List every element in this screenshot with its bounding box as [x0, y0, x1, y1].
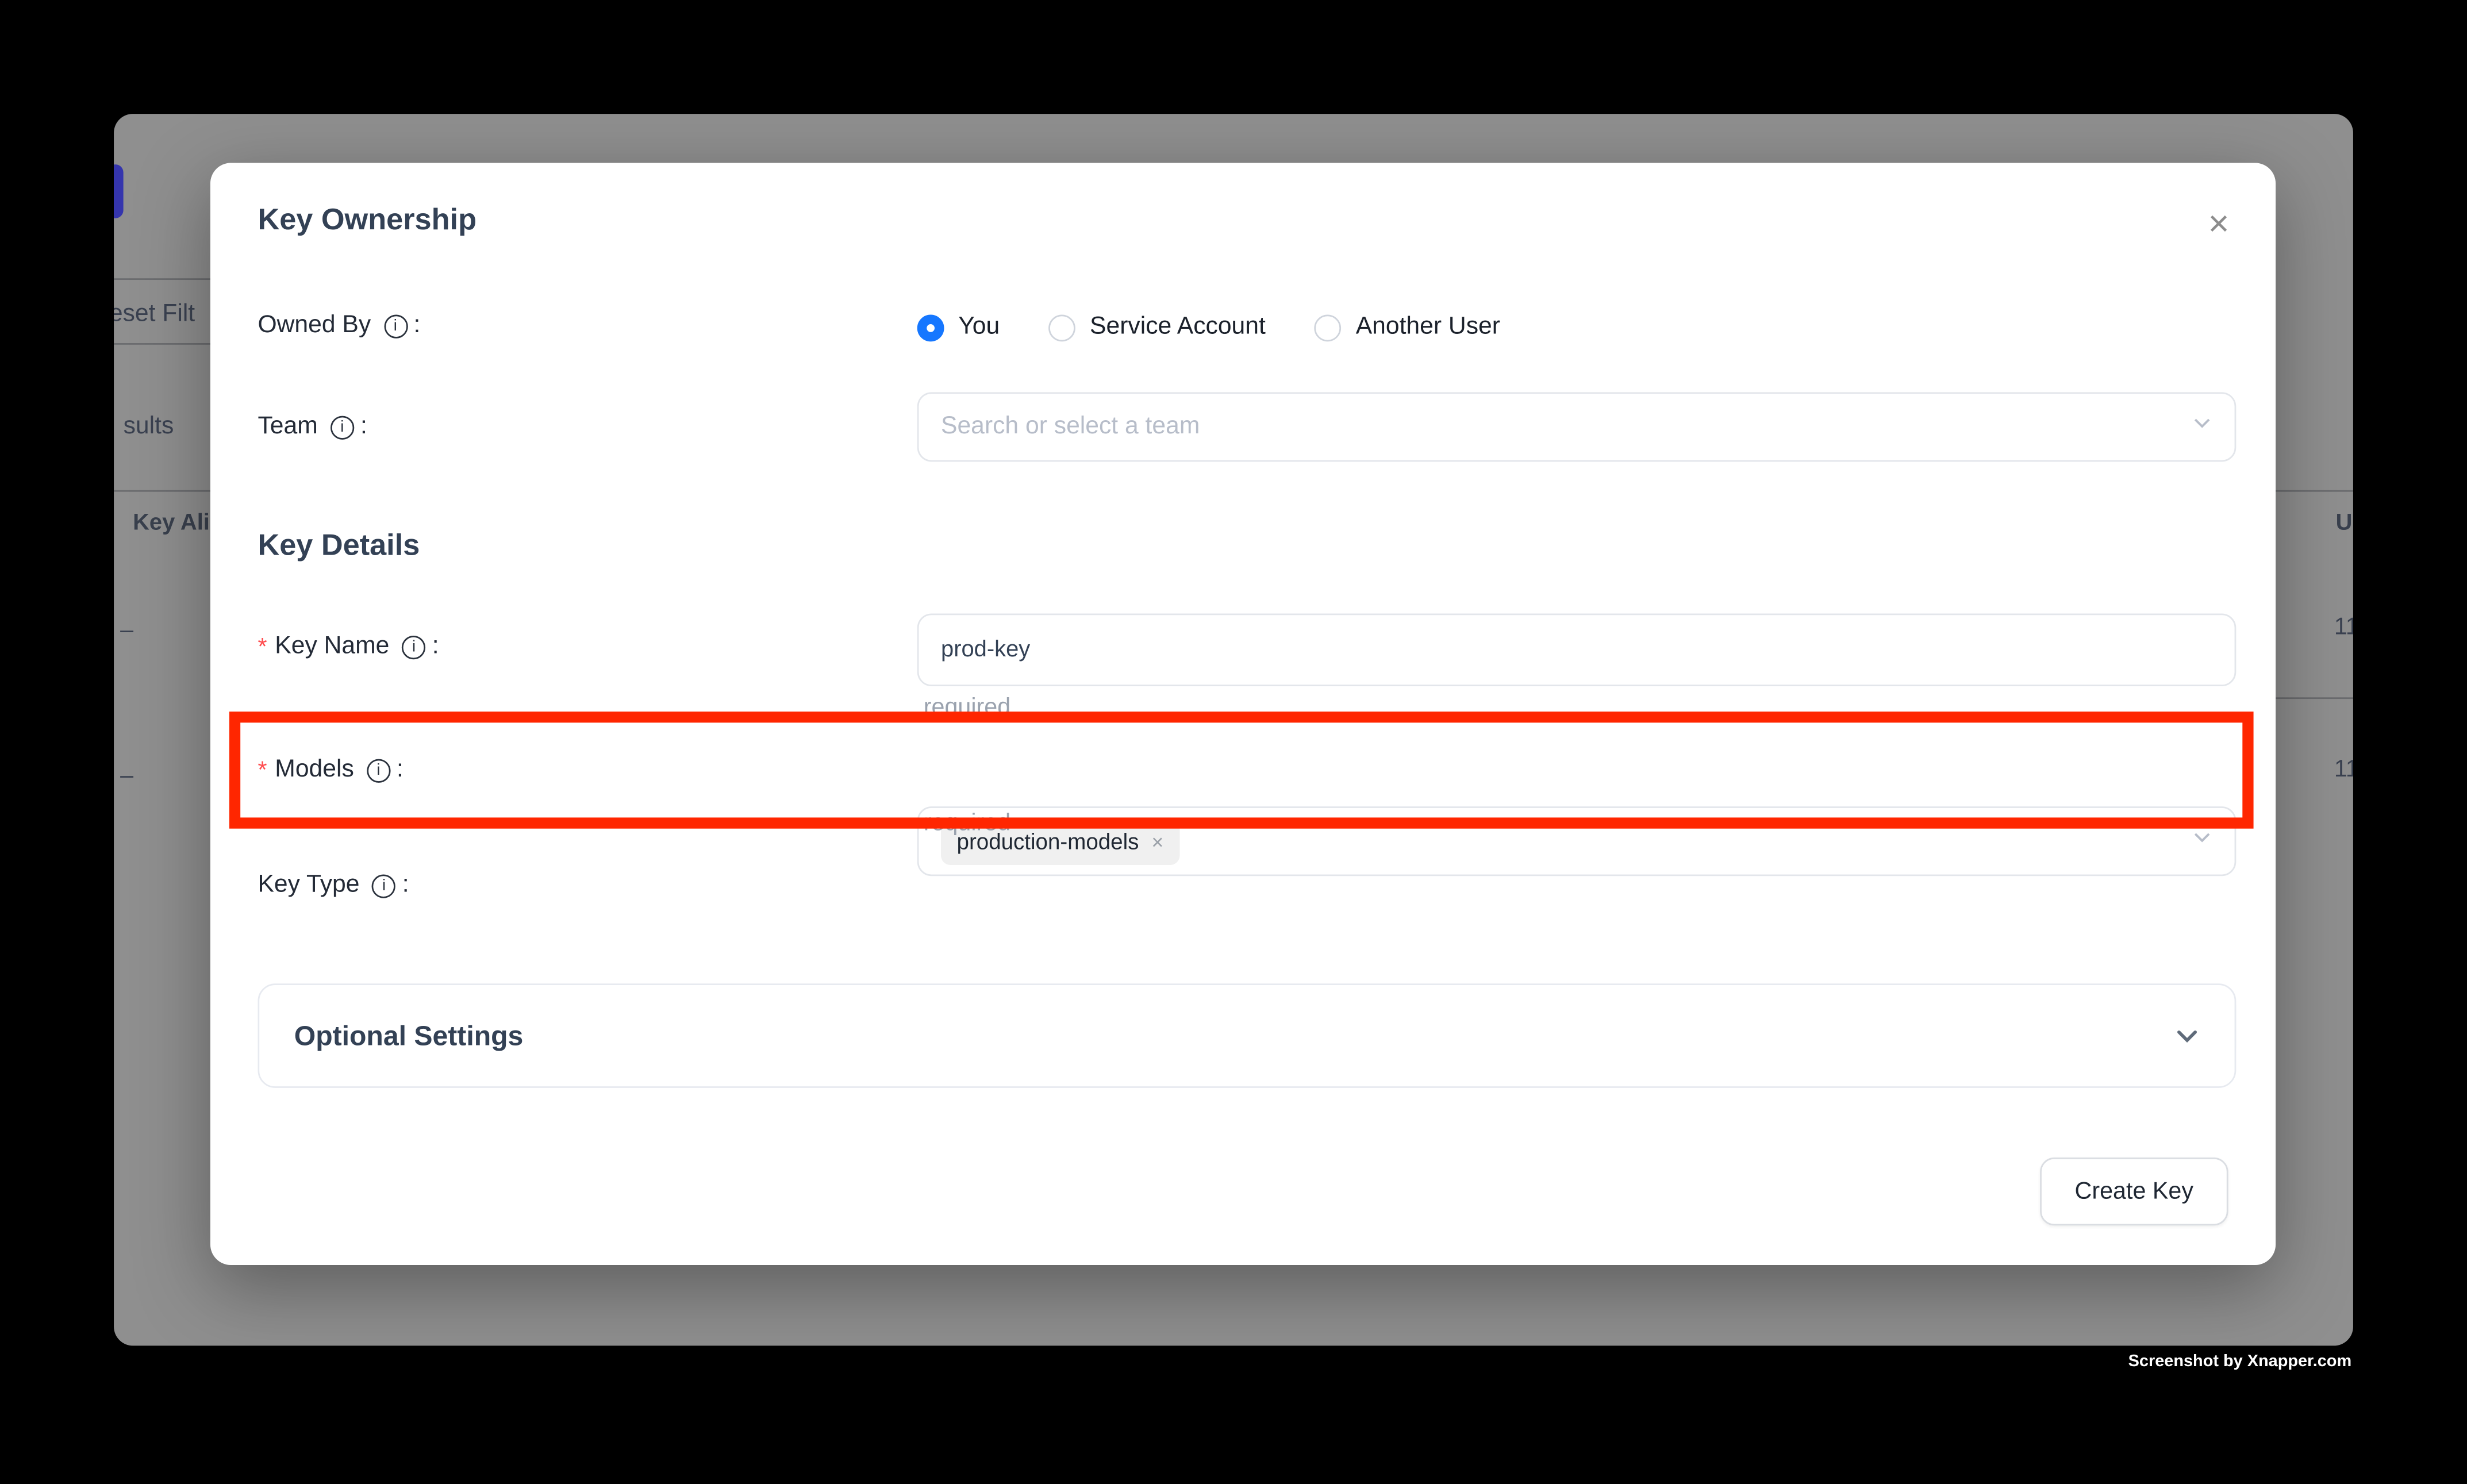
info-icon[interactable]: [367, 759, 390, 783]
background-divider: [114, 490, 212, 492]
radio-unselected-icon[interactable]: [1315, 314, 1342, 341]
close-icon[interactable]: ×: [2197, 201, 2241, 245]
radio-option-service-account[interactable]: Service Account: [1049, 313, 1266, 342]
background-row2-date: 11/: [2334, 756, 2353, 783]
required-asterisk: *: [258, 756, 267, 783]
background-row1-date: 11/: [2334, 613, 2353, 640]
background-results-text: sults: [124, 413, 174, 441]
tag-remove-icon[interactable]: ×: [1151, 831, 1163, 852]
team-label: Team :: [258, 413, 367, 441]
background-divider: [114, 278, 212, 280]
models-required-message: required: [924, 810, 1010, 837]
background-row2-dash: –: [120, 762, 133, 789]
radio-unselected-icon[interactable]: [1049, 314, 1076, 341]
background-divider: [114, 343, 212, 345]
key-name-input[interactable]: prod-key: [917, 613, 2237, 686]
screenshot-stage: eset Filt sults Key Alia – – Up 11/ 11/ …: [0, 0, 2467, 1484]
models-label: * Models :: [258, 756, 403, 785]
chevron-down-icon: [2174, 1023, 2200, 1048]
owned-by-label: Owned By :: [258, 312, 420, 340]
watermark-text: Screenshot by Xnapper.com: [2128, 1352, 2352, 1371]
team-select[interactable]: Search or select a team: [917, 392, 2237, 462]
info-icon[interactable]: [383, 315, 407, 339]
create-key-button[interactable]: Create Key: [2040, 1158, 2228, 1225]
background-divider: [2276, 490, 2353, 492]
key-ownership-section-title: Key Ownership: [258, 204, 477, 239]
required-asterisk: *: [258, 633, 267, 660]
background-key-alias-header: Key Alia: [133, 511, 222, 536]
chevron-down-icon: [2192, 413, 2212, 441]
key-name-label: * Key Name :: [258, 633, 439, 662]
info-icon[interactable]: [331, 416, 354, 440]
background-row1-dash: –: [120, 617, 133, 644]
key-type-label: Key Type :: [258, 871, 409, 900]
optional-settings-expander[interactable]: Optional Settings: [258, 983, 2236, 1088]
background-updated-header: Up: [2336, 511, 2353, 536]
key-name-required-message: required: [924, 694, 1010, 721]
models-select[interactable]: production-models ×: [917, 806, 2237, 876]
radio-option-another-user[interactable]: Another User: [1315, 313, 1500, 342]
background-reset-filters-text: eset Filt: [114, 301, 195, 329]
owned-by-radio-group: You Service Account Another User: [917, 299, 2237, 356]
radio-selected-icon[interactable]: [917, 314, 944, 341]
background-divider: [2276, 697, 2353, 699]
app-window: eset Filt sults Key Alia – – Up 11/ 11/ …: [114, 114, 2353, 1345]
key-details-section-title: Key Details: [258, 530, 420, 565]
create-key-modal: × Key Ownership Owned By : You Service A…: [210, 163, 2276, 1265]
info-icon[interactable]: [402, 636, 425, 659]
radio-option-you[interactable]: You: [917, 313, 1000, 342]
chevron-down-icon: [2192, 827, 2212, 856]
info-icon[interactable]: [372, 874, 395, 898]
background-blue-button-fragment: [114, 164, 124, 218]
